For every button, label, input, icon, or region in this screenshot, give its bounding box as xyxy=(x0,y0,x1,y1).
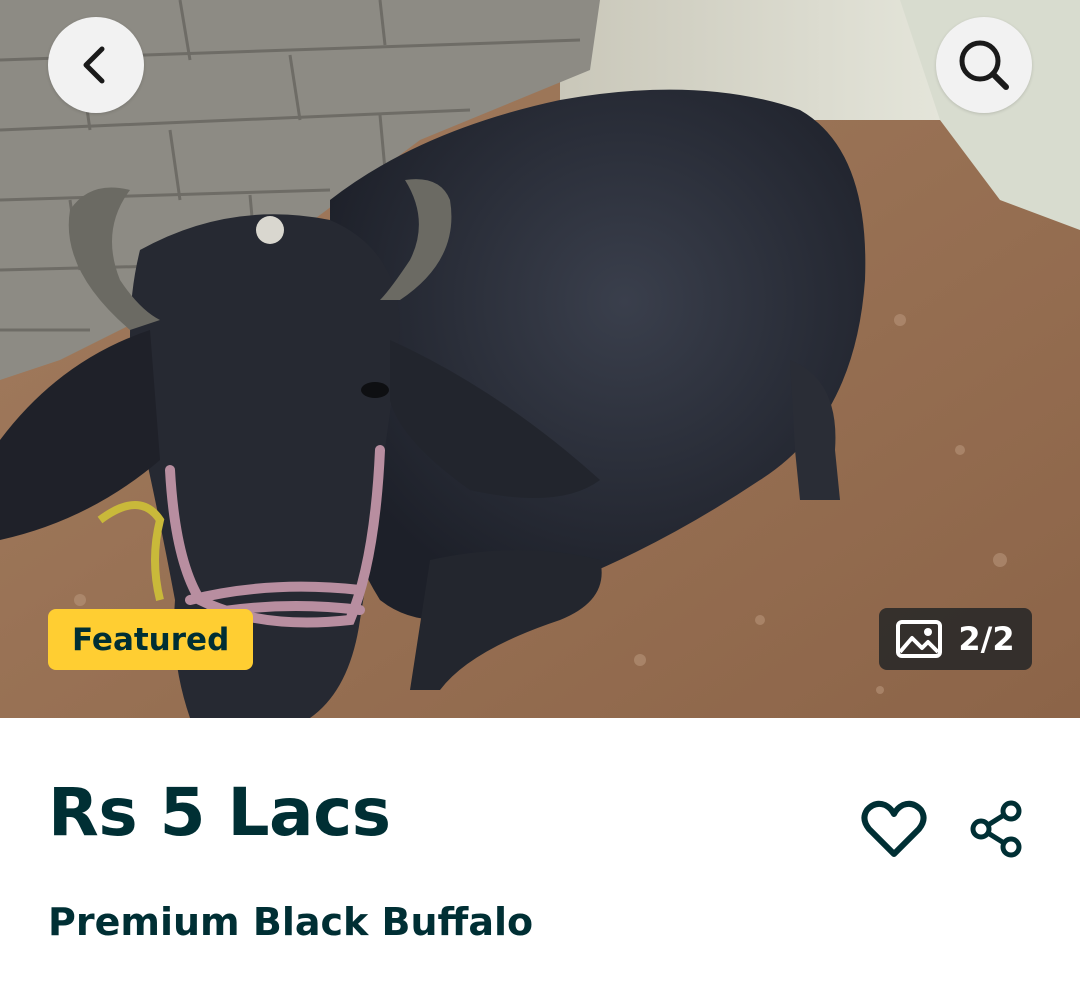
search-button[interactable] xyxy=(936,17,1032,113)
listing-title: Premium Black Buffalo xyxy=(48,900,534,944)
image-counter-text: 2/2 xyxy=(958,620,1015,658)
search-icon xyxy=(959,40,1009,90)
back-button[interactable] xyxy=(48,17,144,113)
image-counter[interactable]: 2/2 xyxy=(879,608,1032,670)
image-icon xyxy=(896,620,943,658)
share-icon xyxy=(970,800,1022,858)
featured-badge: Featured xyxy=(48,609,254,670)
share-button[interactable] xyxy=(957,789,1037,869)
favorite-button[interactable] xyxy=(854,789,934,869)
heart-icon xyxy=(861,800,927,857)
listing-price: Rs 5 Lacs xyxy=(48,774,391,851)
chevron-left-icon xyxy=(83,46,105,84)
